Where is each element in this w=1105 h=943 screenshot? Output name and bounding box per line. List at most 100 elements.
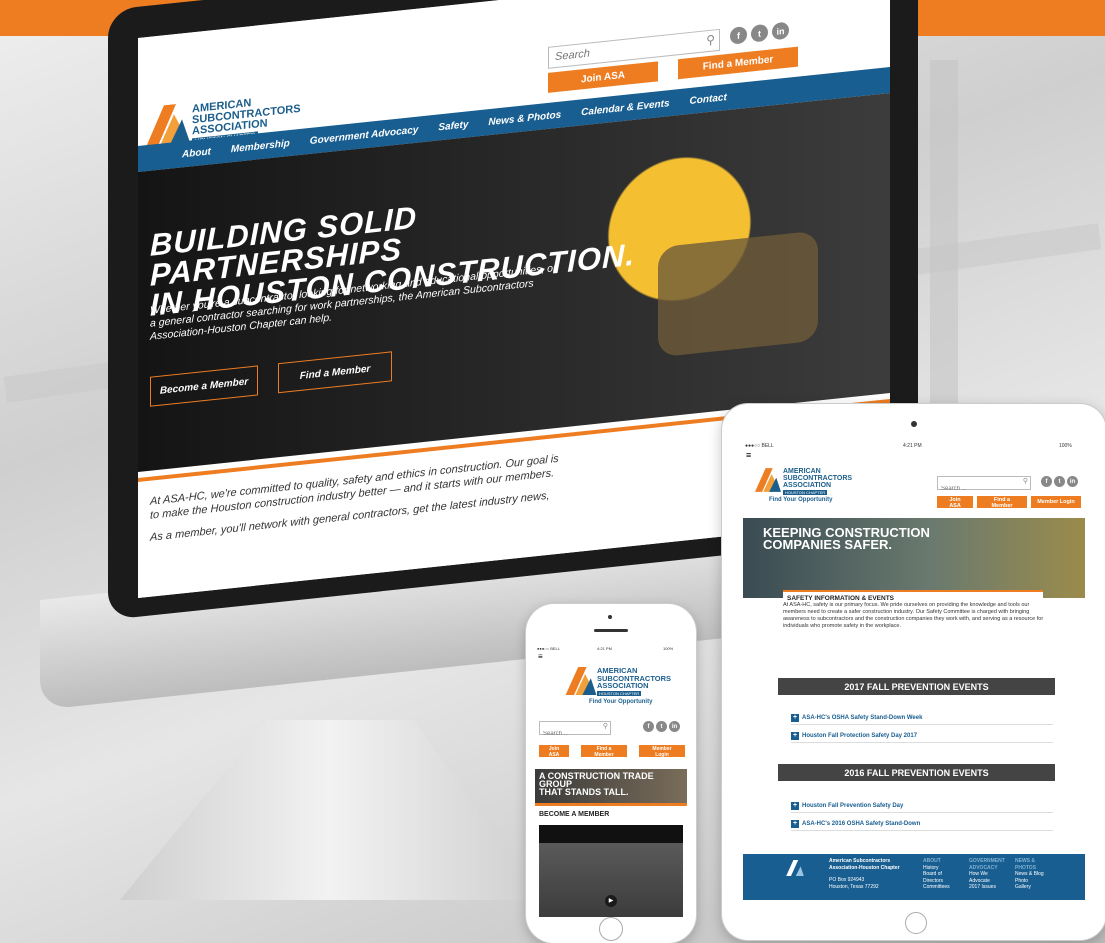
tablet-screen: ●●●○○ BELL 4:21 PM 100% ≡ AMERICAN SUBCO… xyxy=(743,442,1085,900)
phone-find-member-button[interactable]: Find a Member xyxy=(581,745,627,758)
tablet-hero: KEEPING CONSTRUCTION COMPANIES SAFER. xyxy=(743,518,1085,598)
tablet-search-input[interactable] xyxy=(938,483,1019,495)
logo-line-1: AMERICAN xyxy=(783,468,821,475)
logo-mark-icon xyxy=(755,468,781,492)
phone-home-button[interactable] xyxy=(599,917,623,941)
tablet-carrier: ●●●○○ BELL xyxy=(745,443,774,449)
events-2016-heading: 2016 FALL PREVENTION EVENTS xyxy=(778,764,1055,781)
footer-address-line-2: Houston, Texas 77292 xyxy=(829,883,879,890)
plus-icon: + xyxy=(791,714,799,722)
plus-icon: + xyxy=(791,802,799,810)
tablet-menu-icon[interactable]: ≡ xyxy=(746,450,751,460)
twitter-icon[interactable]: t xyxy=(751,23,768,43)
event-link[interactable]: + ASA-HC's 2016 OSHA Safety Stand-Down xyxy=(791,818,1053,831)
tablet-find-member-button[interactable]: Find a Member xyxy=(977,496,1027,509)
logo-chapter: HOUSTON CHAPTER xyxy=(783,490,828,495)
hero-photo-toolbelt xyxy=(658,230,818,358)
footer-org-line-2: Association-Houston Chapter xyxy=(829,864,900,871)
phone-speaker xyxy=(594,629,628,632)
footer-advocacy-column: GOVERNMENT ADVOCACY How We Advocate 2017… xyxy=(969,858,1005,891)
nav-safety[interactable]: Safety xyxy=(438,119,468,133)
logo-wordmark: AMERICAN SUBCONTRACTORS ASSOCIATION xyxy=(783,468,852,489)
phone-hero-line-2: THAT STANDS TALL. xyxy=(539,787,629,797)
footer-link[interactable]: Committees xyxy=(923,884,950,891)
phone-hero: A CONSTRUCTION TRADE GROUP THAT STANDS T… xyxy=(535,769,687,803)
event-link[interactable]: + ASA-HC's OSHA Safety Stand-Down Week xyxy=(791,712,1053,725)
footer-link[interactable]: News & Blog xyxy=(1015,871,1044,878)
phone-hero-underline xyxy=(535,803,687,806)
linkedin-icon[interactable]: in xyxy=(669,721,680,732)
phone-camera xyxy=(608,615,612,619)
footer-link[interactable]: 2017 Issues xyxy=(969,884,1005,891)
event-link-label: Houston Fall Prevention Safety Day xyxy=(802,803,904,809)
event-link[interactable]: + Houston Fall Protection Safety Day 201… xyxy=(791,730,1053,743)
footer-about-column: ABOUT History Board of Directors Committ… xyxy=(923,858,950,891)
phone-hero-title: A CONSTRUCTION TRADE GROUP THAT STANDS T… xyxy=(539,771,687,797)
logo-line-3: ASSOCIATION xyxy=(783,482,832,489)
become-member-button[interactable]: Become a Member xyxy=(150,365,258,407)
twitter-icon[interactable]: t xyxy=(1054,476,1065,487)
tablet-time: 4:21 PM xyxy=(903,443,922,449)
logo-tagline: Find Your Opportunity xyxy=(589,699,653,705)
facebook-icon[interactable]: f xyxy=(643,721,654,732)
tablet-mockup: ●●●○○ BELL 4:21 PM 100% ≡ AMERICAN SUBCO… xyxy=(722,404,1105,940)
phone-member-login-button[interactable]: Member Login xyxy=(639,745,685,758)
event-link-label: ASA-HC's OSHA Safety Stand-Down Week xyxy=(802,715,923,721)
footer-org: American Subcontractors Association-Hous… xyxy=(829,858,900,890)
search-icon[interactable]: ⚲ xyxy=(603,722,608,730)
phone-video[interactable]: ▶ xyxy=(539,825,683,917)
tablet-social-links: f t in xyxy=(1041,476,1078,487)
phone-section-title: BECOME A MEMBER xyxy=(539,811,610,818)
footer-news-column: NEWS & PHOTOS News & Blog Photo Gallery xyxy=(1015,858,1044,891)
logo-chapter: HOUSTON CHAPTER xyxy=(597,691,642,696)
event-link[interactable]: + Houston Fall Prevention Safety Day xyxy=(791,800,1053,813)
tablet-search-box: ⚲ xyxy=(937,476,1031,495)
tablet-footer: American Subcontractors Association-Hous… xyxy=(743,854,1085,900)
linkedin-icon[interactable]: in xyxy=(1067,476,1078,487)
phone-time: 4:21 PM xyxy=(597,646,612,651)
hero-find-member-button[interactable]: Find a Member xyxy=(278,351,392,394)
nav-about[interactable]: About xyxy=(182,146,211,160)
footer-logo-icon xyxy=(786,860,804,876)
footer-advocacy-heading-1[interactable]: GOVERNMENT xyxy=(969,858,1005,865)
linkedin-icon[interactable]: in xyxy=(772,21,789,41)
tablet-logo[interactable]: AMERICAN SUBCONTRACTORS ASSOCIATION HOUS… xyxy=(755,468,875,518)
logo-wordmark: AMERICAN SUBCONTRACTORS ASSOCIATION xyxy=(597,667,671,690)
desktop-social-links: f t in xyxy=(730,21,789,45)
phone-social-links: f t in xyxy=(643,721,680,732)
tablet-section-text: At ASA-HC, safety is our primary focus. … xyxy=(783,602,1044,629)
phone-search-input[interactable] xyxy=(540,728,601,740)
phone-mockup: ●●●○○ BELL 4:21 PM 100% ≡ AMERICAN SUBCO… xyxy=(526,604,696,943)
tablet-hero-title: KEEPING CONSTRUCTION COMPANIES SAFER. xyxy=(763,526,983,552)
footer-org-line-1: American Subcontractors xyxy=(829,858,891,864)
nav-government-advocacy[interactable]: Government Advocacy xyxy=(310,124,419,146)
phone-logo[interactable]: AMERICAN SUBCONTRACTORS ASSOCIATION HOUS… xyxy=(565,667,675,715)
phone-battery: 100% xyxy=(663,646,674,651)
facebook-icon[interactable]: f xyxy=(1041,476,1052,487)
phone-screen: ●●●○○ BELL 4:21 PM 100% ≡ AMERICAN SUBCO… xyxy=(535,645,687,917)
plus-icon: + xyxy=(791,820,799,828)
facebook-icon[interactable]: f xyxy=(730,25,747,45)
nav-contact[interactable]: Contact xyxy=(690,92,727,107)
footer-link[interactable]: Gallery xyxy=(1015,884,1044,891)
desktop-search-input[interactable] xyxy=(549,32,697,68)
tablet-home-button[interactable] xyxy=(905,912,927,934)
phone-hero-line-1: A CONSTRUCTION TRADE GROUP xyxy=(539,771,654,789)
phone-join-button[interactable]: Join ASA xyxy=(539,745,569,758)
search-icon[interactable]: ⚲ xyxy=(706,32,715,47)
nav-membership[interactable]: Membership xyxy=(231,138,290,155)
nav-calendar-events[interactable]: Calendar & Events xyxy=(581,98,669,118)
tablet-join-button[interactable]: Join ASA xyxy=(937,496,973,509)
play-icon[interactable]: ▶ xyxy=(605,895,617,907)
search-icon[interactable]: ⚲ xyxy=(1023,477,1028,485)
twitter-icon[interactable]: t xyxy=(656,721,667,732)
event-link-label: Houston Fall Protection Safety Day 2017 xyxy=(802,733,918,739)
plus-icon: + xyxy=(791,732,799,740)
tablet-hero-line-2: COMPANIES SAFER. xyxy=(763,537,893,552)
tablet-member-login-button[interactable]: Member Login xyxy=(1031,496,1081,508)
phone-menu-icon[interactable]: ≡ xyxy=(538,652,543,661)
logo-mark-icon xyxy=(565,667,597,695)
nav-news-photos[interactable]: News & Photos xyxy=(488,109,561,128)
phone-carrier: ●●●○○ BELL xyxy=(537,646,560,651)
logo-line-2: SUBCONTRACTORS xyxy=(783,475,853,482)
